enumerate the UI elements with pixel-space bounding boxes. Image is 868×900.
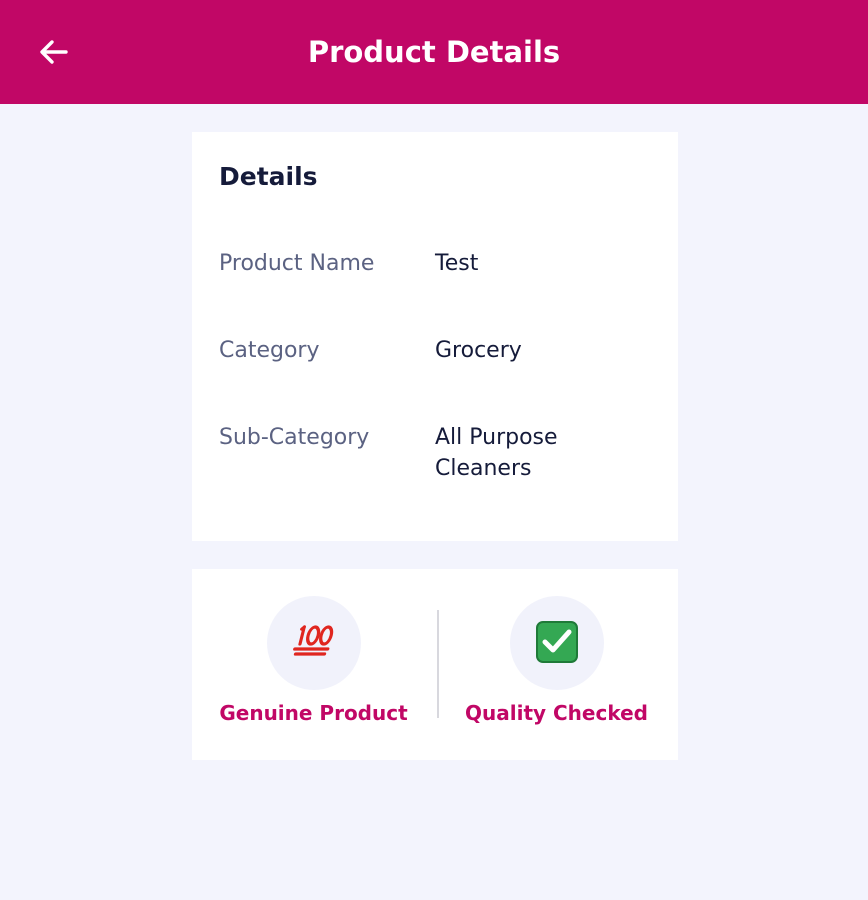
- category-value: Grocery: [435, 338, 522, 363]
- page-title: Product Details: [307, 35, 561, 69]
- genuine-product-label: Genuine Product: [219, 701, 408, 725]
- sub-category-label: Sub-Category: [219, 425, 370, 450]
- quality-checked-label: Quality Checked: [465, 701, 648, 725]
- badge-icon-circle: [266, 596, 361, 690]
- category-label: Category: [219, 338, 320, 363]
- check-mark-button-icon: [535, 621, 578, 663]
- details-card: Details Product Name Test Category Groce…: [192, 132, 678, 541]
- hundred-points-icon: [292, 625, 333, 656]
- app-header: Product Details: [0, 0, 868, 104]
- sub-category-value: All Purpose Cleaners: [435, 425, 558, 481]
- product-name-label: Product Name: [219, 251, 375, 276]
- product-name-value: Test: [435, 251, 479, 276]
- details-title: Details: [219, 162, 318, 191]
- badge-icon-circle: [509, 596, 604, 690]
- badge-genuine-product: Genuine Product: [192, 596, 435, 731]
- badge-quality-checked: Quality Checked: [435, 596, 678, 731]
- badges-card: Genuine Product Quality Checked: [192, 569, 678, 760]
